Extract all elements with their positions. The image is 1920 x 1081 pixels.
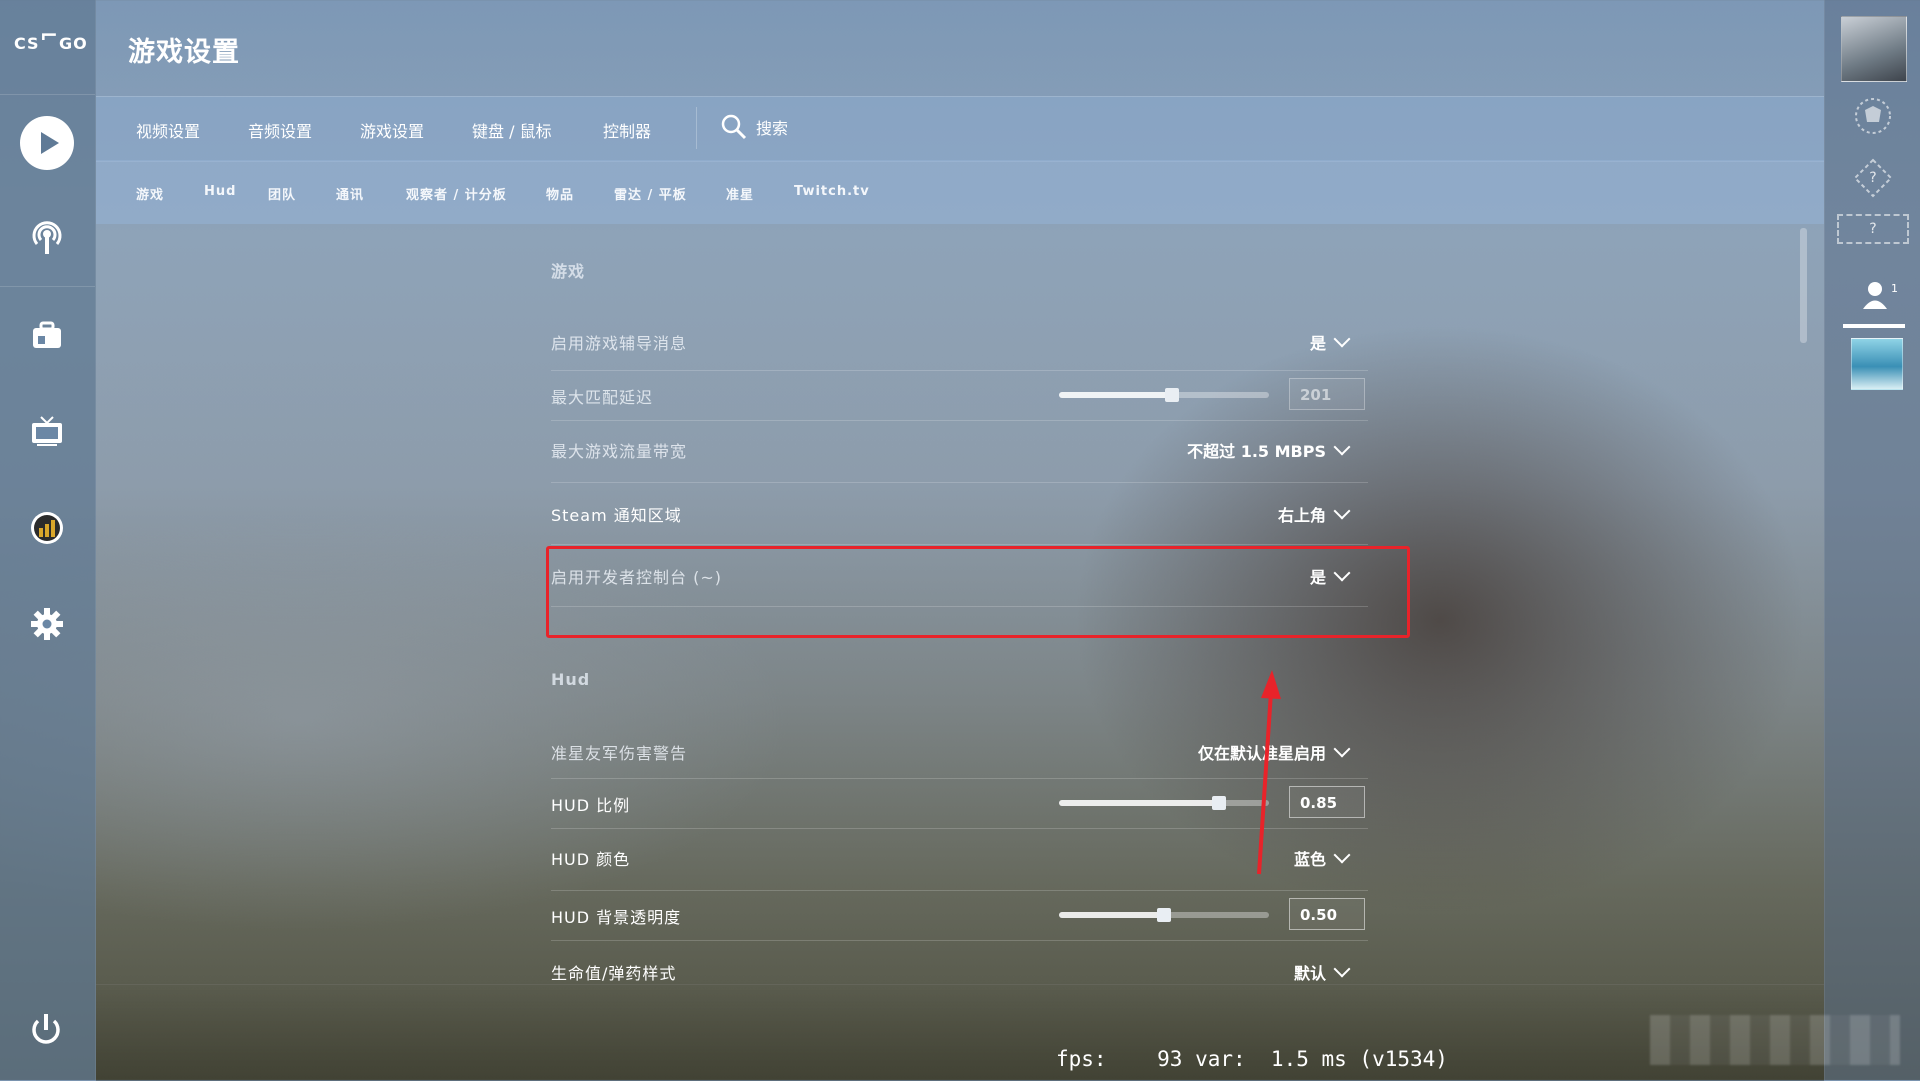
tab-audio[interactable]: 音频设置 [248,118,312,142]
avatar[interactable] [1841,16,1907,82]
setting-dropdown[interactable]: 蓝色 [1293,846,1351,870]
subtab-spectator-scoreboard[interactable]: 观察者 / 计分板 [406,184,507,203]
subtab-crosshair[interactable]: 准星 [726,184,754,203]
setting-label: 准星友军伤害警告 [551,744,688,763]
friends-divider [1843,324,1905,328]
csgo-logo[interactable]: CS⌐GO [14,24,87,66]
setting-value-input[interactable]: 201 [1289,378,1365,410]
play-icon[interactable] [20,116,74,170]
broadcast-icon[interactable] [27,218,67,258]
chevron-down-icon [1333,330,1351,348]
slider-handle[interactable] [1165,388,1180,402]
rank-emblem-icon[interactable] [1853,96,1893,136]
main-sidebar: CS⌐GO [0,0,96,1080]
power-icon[interactable] [26,1010,66,1054]
watch-icon[interactable] [27,412,67,452]
footer-bar [96,984,1824,1081]
tab-divider [696,107,697,149]
chevron-down-icon [1333,438,1351,456]
setting-slider[interactable] [1059,908,1269,922]
setting-dropdown[interactable]: 默认 [1293,960,1351,984]
slider-fill [1059,800,1219,806]
fps-readout: fps: 93 var: 1.5 ms (v1534) [1056,1047,1448,1071]
sidebar-divider [0,94,95,95]
setting-label: 最大游戏流量带宽 [551,442,688,461]
section-title-game: 游戏 [551,262,586,281]
setting-row: HUD 背景透明度 0.50 [551,890,1368,941]
chevron-down-icon [1333,502,1351,520]
slider-handle[interactable] [1211,796,1226,810]
setting-label: 生命值/弹药样式 [551,964,677,983]
chevron-down-icon [1333,846,1351,864]
stats-icon[interactable] [27,508,67,548]
annotation-arrow [1257,670,1281,875]
search-icon [721,114,747,140]
setting-dropdown[interactable]: 右上角 [1277,502,1351,526]
page-title: 游戏设置 [128,37,240,68]
subtab-game[interactable]: 游戏 [136,184,164,203]
setting-label: HUD 比例 [551,796,631,815]
dropdown-value: 右上角 [1277,506,1326,525]
rank-placeholder: ? [1869,170,1877,186]
rank-unknown-badge[interactable]: ? [1837,214,1909,244]
setting-dropdown[interactable]: 不超过 1.5 MBPS [1187,438,1351,462]
subtab-items[interactable]: 物品 [546,184,574,203]
rank-unknown-icon[interactable]: ? [1853,158,1893,198]
setting-dropdown[interactable]: 是 [1309,330,1351,354]
setting-value-input[interactable]: 0.50 [1289,898,1365,930]
dropdown-value: 默认 [1293,964,1326,983]
section-title-hud: Hud [551,670,591,689]
tab-video[interactable]: 视频设置 [136,118,200,142]
dropdown-value: 蓝色 [1293,850,1326,869]
primary-tab-bar: 视频设置 音频设置 游戏设置 键盘 / 鼠标 控制器 搜索 [96,96,1824,162]
pixelated-overlay [1650,1015,1900,1065]
setting-row: 准星友军伤害警告 仅在默认准星启用 [551,722,1368,779]
setting-label: 最大匹配延迟 [551,388,654,407]
chevron-down-icon [1333,740,1351,758]
slider-fill [1059,912,1164,918]
subtab-communication[interactable]: 通讯 [336,184,364,203]
setting-row: 最大匹配延迟 201 [551,370,1368,421]
inventory-icon[interactable] [27,316,67,356]
search-button[interactable]: 搜索 [720,113,788,141]
setting-slider[interactable] [1059,388,1269,402]
slider-handle[interactable] [1157,908,1171,922]
highlight-box [546,546,1410,638]
tab-controller[interactable]: 控制器 [603,118,651,142]
dropdown-value: 是 [1309,334,1326,353]
tab-keyboard-mouse[interactable]: 键盘 / 鼠标 [472,118,552,142]
setting-value-input[interactable]: 0.85 [1289,786,1365,818]
setting-label: HUD 颜色 [551,850,631,869]
subtab-radar-tablet[interactable]: 雷达 / 平板 [614,184,687,203]
setting-label: HUD 背景透明度 [551,908,682,927]
search-label: 搜索 [756,119,789,138]
secondary-tab-bar: 游戏 Hud 团队 通讯 观察者 / 计分板 物品 雷达 / 平板 准星 Twi… [96,160,1824,224]
friend-icon[interactable] [1861,280,1889,314]
tab-game[interactable]: 游戏设置 [360,118,424,142]
subtab-twitch[interactable]: Twitch.tv [794,184,870,199]
chevron-down-icon [1333,960,1351,978]
dropdown-value: 不超过 1.5 MBPS [1187,442,1326,461]
friends-sidebar: ? ? 1 [1824,0,1920,1080]
setting-label: Steam 通知区域 [551,506,682,525]
settings-header: 游戏设置 [96,0,1824,96]
subtab-team[interactable]: 团队 [268,184,296,203]
subtab-hud[interactable]: Hud [204,184,236,199]
setting-row: 启用游戏辅导消息 是 [551,314,1368,371]
scrollbar[interactable] [1800,228,1807,343]
setting-row: 生命值/弹药样式 默认 [551,940,1368,990]
setting-row: Steam 通知区域 右上角 [551,482,1368,545]
friend-count: 1 [1891,282,1898,295]
rank-placeholder: ? [1869,221,1877,237]
setting-row: HUD 比例 0.85 [551,778,1368,829]
slider-fill [1059,392,1173,398]
setting-label: 启用游戏辅导消息 [551,334,688,353]
sidebar-divider [0,286,95,287]
setting-slider[interactable] [1059,796,1269,810]
setting-row: HUD 颜色 蓝色 [551,828,1368,891]
friend-avatar[interactable] [1851,338,1903,390]
gear-icon[interactable] [27,604,67,644]
setting-row: 最大游戏流量带宽 不超过 1.5 MBPS [551,420,1368,483]
